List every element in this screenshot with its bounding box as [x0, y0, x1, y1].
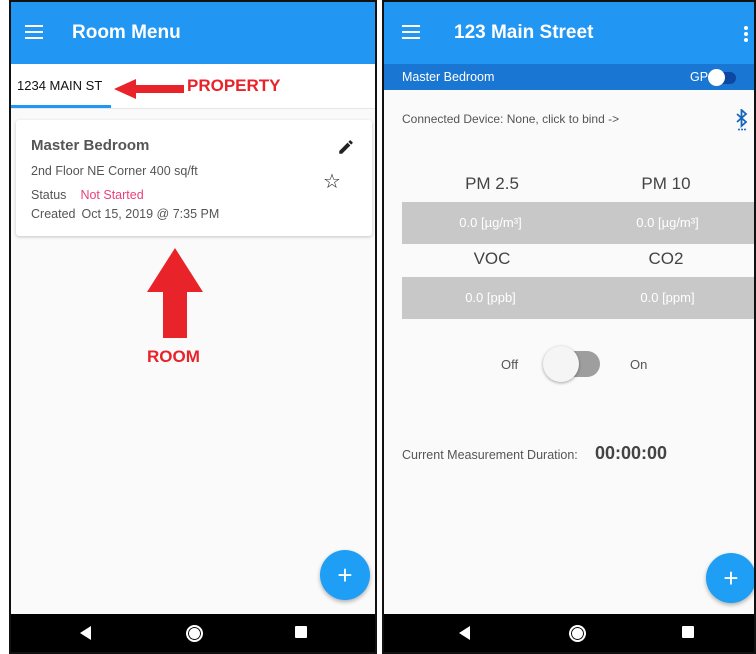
property-annotation: PROPERTY: [187, 76, 281, 95]
metric-label-pm25: PM 2.5: [465, 174, 519, 193]
duration-label: Current Measurement Duration:: [402, 448, 578, 462]
toggle-on-label: On: [630, 357, 648, 372]
bluetooth-searching-icon[interactable]: [735, 109, 749, 131]
menu-icon[interactable]: [25, 25, 43, 39]
recents-icon[interactable]: [295, 626, 307, 638]
annotation-arrow-up: [147, 248, 203, 338]
annotation-arrow-left: [114, 79, 184, 99]
app-title: Room Menu: [72, 22, 181, 43]
metric-value-pm10: 0.0 [µg/m³]: [636, 215, 699, 230]
toggle-off-label: Off: [501, 357, 519, 372]
status-label: Status: [31, 188, 67, 202]
metric-row-pm: 0.0 [µg/m³] 0.0 [µg/m³]: [402, 202, 754, 244]
metric-label-voc: VOC: [473, 249, 511, 268]
recents-icon[interactable]: [682, 626, 694, 638]
created-value: Oct 15, 2019 @ 7:35 PM: [81, 207, 220, 221]
home-icon[interactable]: [569, 625, 586, 642]
more-vert-icon[interactable]: [744, 26, 748, 42]
room-created: Created Oct 15, 2019 @ 7:35 PM: [31, 207, 219, 221]
room-bar: Master Bedroom GPS: [384, 64, 754, 90]
tab-indicator: [11, 105, 111, 108]
app-bar: Room Menu: [11, 2, 375, 64]
app-title: 123 Main Street: [454, 22, 594, 43]
connected-device[interactable]: Connected Device: None, click to bind ->: [402, 112, 619, 126]
room-menu-screen: Room Menu 1234 MAIN ST PROPERTY Master B…: [9, 0, 377, 654]
measurement-screen: 123 Main Street Master Bedroom GPS Conne…: [382, 0, 756, 654]
property-tab-bar: 1234 MAIN ST PROPERTY: [11, 64, 375, 109]
room-card[interactable]: Master Bedroom 2nd Floor NE Corner 400 s…: [16, 120, 372, 236]
metric-row-gas: 0.0 [ppb] 0.0 [ppm]: [402, 277, 754, 319]
created-label: Created: [31, 207, 76, 221]
room-name: Master Bedroom: [402, 70, 495, 84]
metric-label-co2: CO2: [648, 249, 684, 268]
room-status: Status Not Started: [31, 188, 144, 202]
system-nav-bar: [11, 614, 375, 652]
star-outline-icon[interactable]: ☆: [323, 172, 341, 192]
duration-value: 00:00:00: [595, 443, 668, 463]
room-description: 2nd Floor NE Corner 400 sq/ft: [31, 164, 198, 178]
back-icon[interactable]: [459, 626, 470, 640]
home-icon[interactable]: [186, 625, 203, 642]
back-icon[interactable]: [80, 626, 91, 640]
measurement-toggle[interactable]: [543, 346, 600, 382]
app-bar: 123 Main Street: [384, 2, 754, 64]
system-nav-bar: [384, 614, 754, 652]
measurement-toggle-knob: [543, 346, 579, 382]
metric-label-pm10: PM 10: [641, 174, 691, 193]
add-measurement-button[interactable]: +: [706, 553, 754, 603]
status-value: Not Started: [80, 188, 144, 202]
gps-toggle-knob: [708, 69, 725, 86]
room-annotation: ROOM: [147, 347, 200, 366]
metric-value-co2: 0.0 [ppm]: [640, 290, 695, 305]
property-tab[interactable]: 1234 MAIN ST: [17, 78, 102, 93]
gps-toggle[interactable]: [708, 69, 736, 86]
menu-icon[interactable]: [402, 25, 420, 39]
edit-icon[interactable]: [337, 138, 355, 156]
room-name: Master Bedroom: [31, 137, 150, 154]
metric-value-voc: 0.0 [ppb]: [465, 290, 516, 305]
add-room-button[interactable]: +: [320, 550, 370, 600]
metric-value-pm25: 0.0 [µg/m³]: [459, 215, 522, 230]
